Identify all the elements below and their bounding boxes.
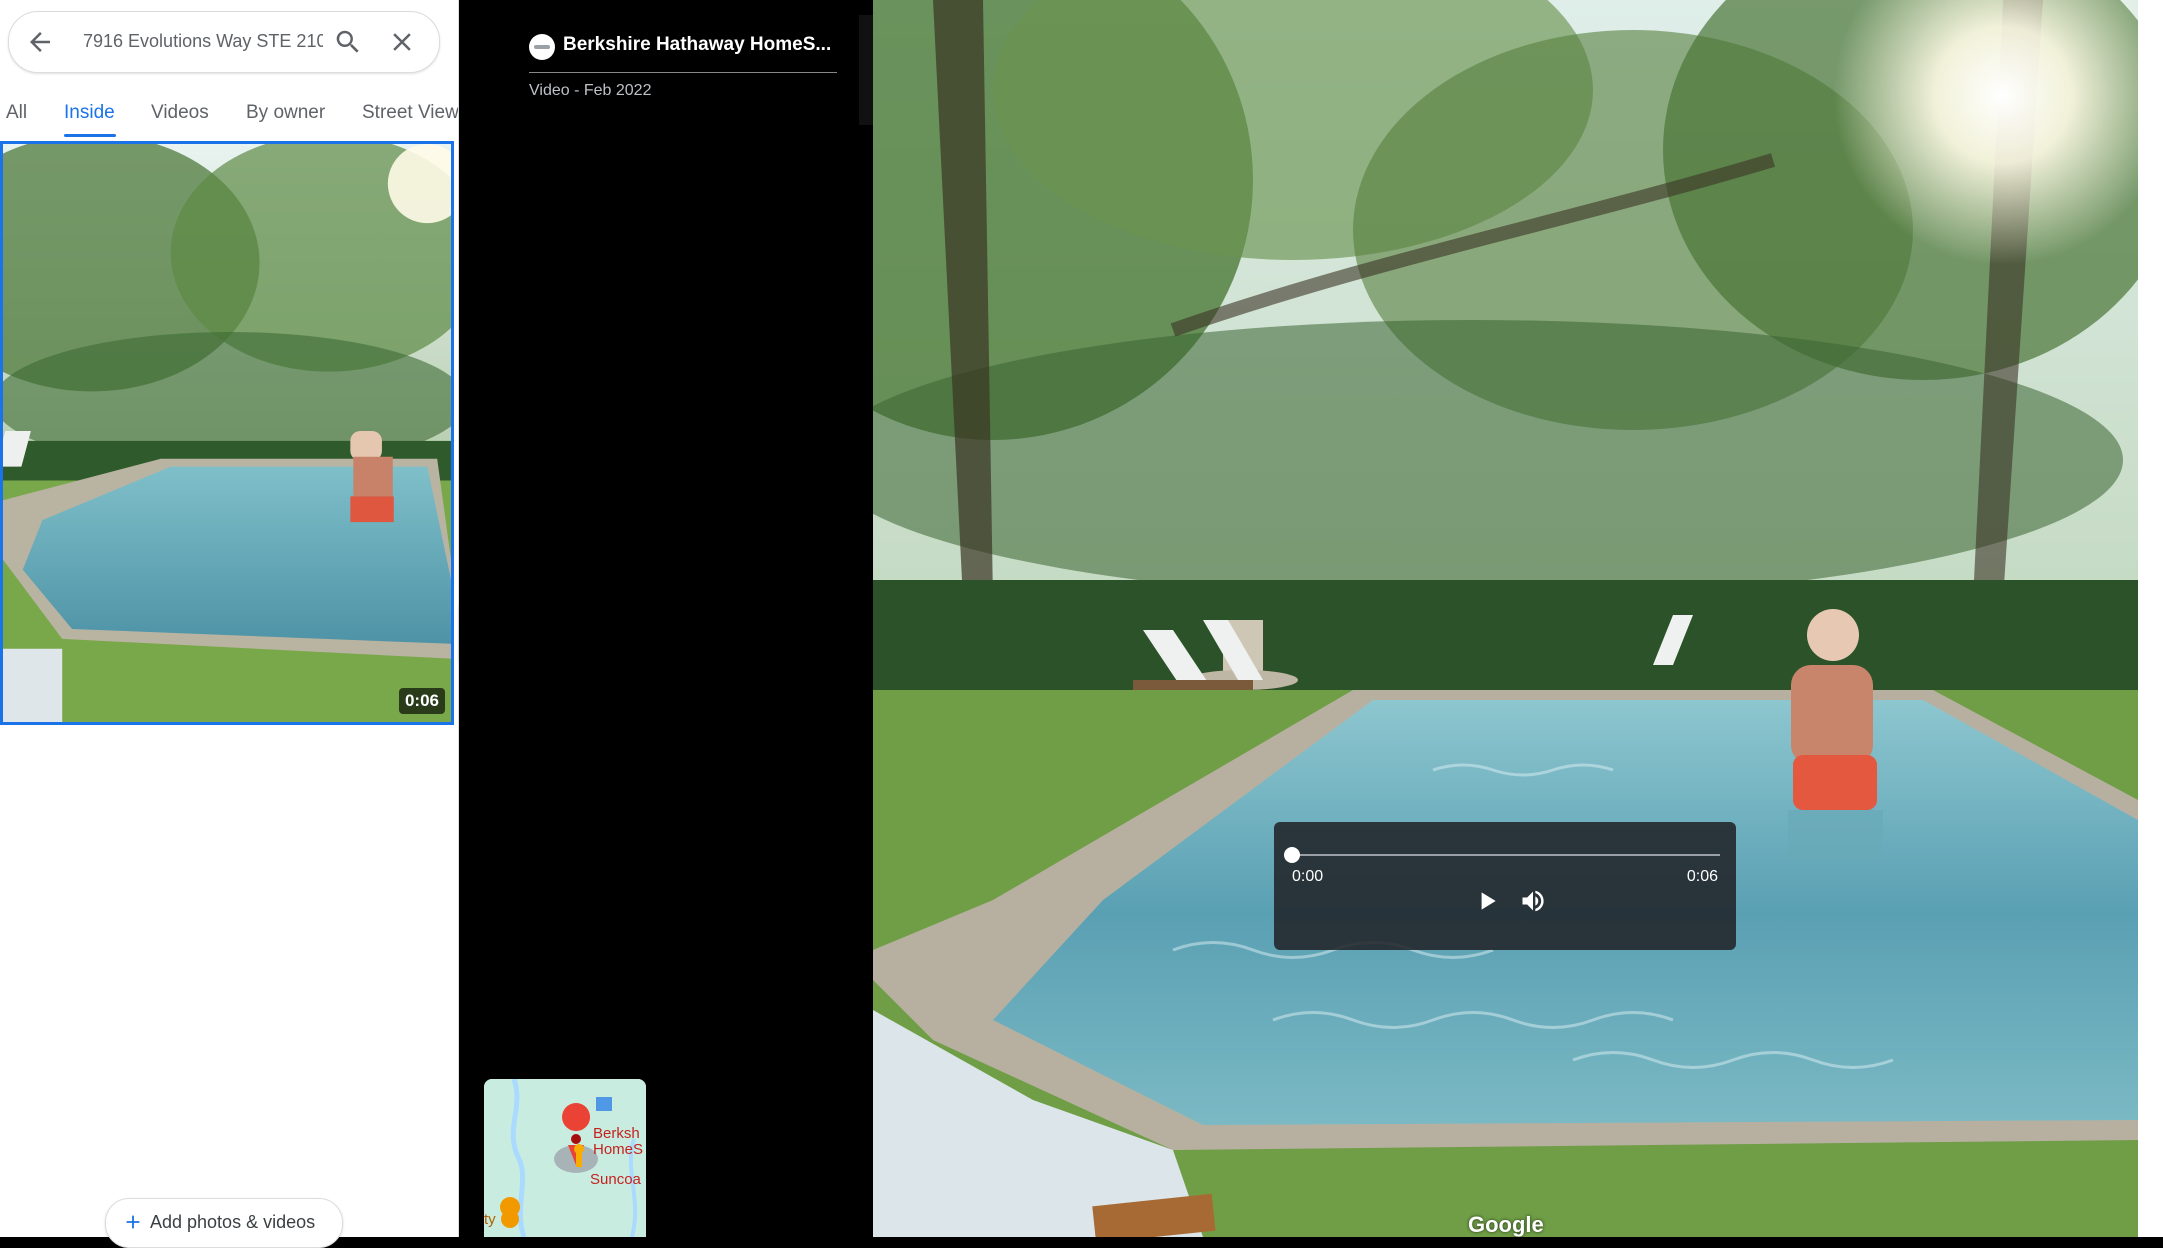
video-viewer[interactable] xyxy=(873,0,2138,1237)
volume-icon[interactable] xyxy=(1518,887,1548,915)
map-poi-label: ty xyxy=(484,1211,496,1228)
seek-knob[interactable] xyxy=(1284,847,1300,863)
tab-by-owner[interactable]: By owner xyxy=(246,102,325,124)
google-watermark: Google xyxy=(1468,1212,1544,1237)
video-duration-badge: 0:06 xyxy=(398,688,445,714)
search-box[interactable]: 7916 Evolutions Way STE 210 xyxy=(8,11,440,73)
mini-map[interactable]: Berksh HomeS Suncoa ty xyxy=(484,1079,646,1237)
seek-track[interactable] xyxy=(1292,854,1720,856)
total-time: 0:06 xyxy=(1686,868,1718,885)
side-panel: 7916 Evolutions Way STE 210 All Inside V… xyxy=(0,0,459,1248)
pool-thumbnail-image xyxy=(3,144,451,722)
media-date: Video - Feb 2022 xyxy=(529,82,652,99)
mini-map-graphic xyxy=(484,1079,646,1237)
tab-street-view[interactable]: Street View xyxy=(362,102,458,124)
right-edge-bar xyxy=(2138,0,2163,1237)
close-icon[interactable] xyxy=(387,27,417,57)
tab-inside[interactable]: Inside xyxy=(64,102,115,124)
place-name-link[interactable]: Berkshire Hathaway HomeS... xyxy=(563,34,831,56)
map-place-label: Berksh xyxy=(593,1125,640,1142)
map-secondary-label: Suncoa xyxy=(590,1171,641,1188)
header-divider xyxy=(529,72,837,73)
contributor-avatar[interactable] xyxy=(529,34,555,60)
media-info-panel: Berkshire Hathaway HomeS... Video - Feb … xyxy=(459,0,873,1237)
search-icon[interactable] xyxy=(333,27,363,57)
back-arrow-icon[interactable] xyxy=(25,27,55,57)
play-icon[interactable] xyxy=(1474,888,1500,914)
map-place-label-line2: HomeS xyxy=(593,1141,644,1158)
add-photos-videos-button[interactable]: Add photos & videos xyxy=(105,1198,343,1248)
active-tab-indicator xyxy=(64,134,116,137)
current-time: 0:00 xyxy=(1292,868,1324,885)
plus-icon xyxy=(126,1215,140,1229)
tab-all[interactable]: All xyxy=(6,102,27,124)
add-photos-label: Add photos & videos xyxy=(150,1212,316,1232)
video-thumbnail[interactable]: 0:06 xyxy=(0,141,454,725)
tab-videos[interactable]: Videos xyxy=(151,102,209,124)
pool-video-frame xyxy=(873,0,2138,1237)
search-input[interactable]: 7916 Evolutions Way STE 210 xyxy=(83,31,323,52)
video-player-controls: 0:00 0:06 xyxy=(1274,822,1736,950)
